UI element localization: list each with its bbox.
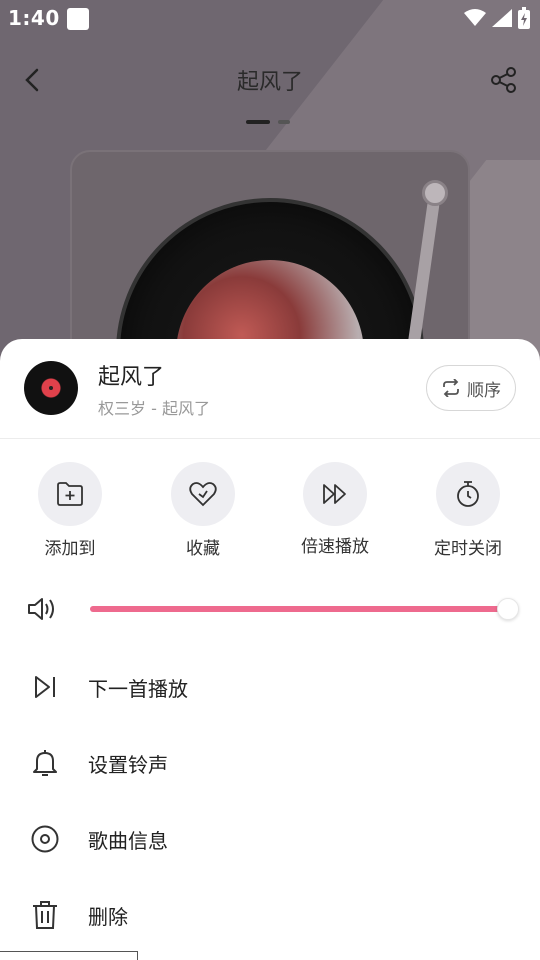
menu-item-set-ringtone[interactable]: 设置铃声: [0, 725, 540, 801]
action-label: 定时关闭: [434, 539, 502, 559]
add-to-button[interactable]: 添加到: [15, 462, 125, 559]
volume-slider-track[interactable]: [90, 606, 508, 612]
volume-control: [0, 589, 540, 629]
menu-item-delete[interactable]: 删除: [0, 877, 540, 953]
song-artist-album: 权三岁 - 起风了: [98, 399, 210, 418]
action-label: 倍速播放: [301, 537, 369, 557]
menu-item-play-next[interactable]: 下一首播放: [0, 649, 540, 725]
battery-icon: [518, 7, 530, 29]
play-next-icon: [28, 670, 62, 704]
player-title: 起风了: [236, 70, 303, 95]
wifi-icon: [464, 9, 486, 26]
page-dot-active: [246, 120, 270, 124]
song-name: 起风了: [98, 365, 165, 390]
action-circle: [303, 462, 367, 526]
heart-icon: [189, 482, 217, 507]
play-order-label: 顺序: [467, 380, 501, 401]
menu-item-label: 下一首播放: [88, 676, 188, 701]
trash-icon: [28, 898, 62, 932]
status-time: 1:40: [8, 6, 60, 30]
status-icons: [464, 6, 530, 30]
player-header: 起风了: [0, 52, 540, 108]
action-label: 添加到: [44, 539, 96, 559]
notification-icon: [67, 8, 89, 30]
toast-edge: [0, 951, 138, 960]
repeat-icon: [443, 379, 459, 397]
action-circle: [436, 462, 500, 526]
menu-item-label: 设置铃声: [88, 752, 168, 777]
disc-info-icon: [28, 822, 62, 856]
page-dot: [278, 120, 290, 124]
status-bar: 1:40: [0, 0, 540, 38]
sleep-timer-button[interactable]: 定时关闭: [413, 462, 523, 559]
menu-item-label: 删除: [88, 904, 128, 929]
sheet-song-header: 起风了 权三岁 - 起风了 顺序: [0, 339, 540, 439]
favorite-button[interactable]: 收藏: [148, 462, 258, 559]
action-circle: [171, 462, 235, 526]
volume-slider-fill: [90, 606, 508, 612]
page-indicator: [246, 120, 290, 124]
quick-actions: 添加到 收藏 倍速播放 定时关闭: [0, 459, 540, 569]
signal-icon: [492, 9, 512, 27]
volume-icon: [28, 598, 54, 620]
menu-item-label: 歌曲信息: [88, 828, 168, 853]
action-label: 收藏: [186, 539, 220, 559]
share-button[interactable]: [486, 62, 522, 98]
fast-forward-icon: [323, 484, 346, 504]
bell-icon: [28, 746, 62, 780]
options-menu: 下一首播放 设置铃声 歌曲信息 删除: [0, 649, 540, 953]
playback-speed-button[interactable]: 倍速播放: [280, 462, 390, 557]
timer-icon: [457, 481, 479, 507]
play-order-button[interactable]: 顺序: [426, 365, 516, 411]
add-to-folder-icon: [57, 482, 83, 506]
tonearm-base: [422, 180, 448, 206]
action-circle: [38, 462, 102, 526]
volume-slider-thumb[interactable]: [497, 598, 519, 620]
more-options-sheet: 起风了 权三岁 - 起风了 顺序 添加到 收藏 倍速播放 定时关闭 下一首播放 …: [0, 339, 540, 960]
vinyl-thumbnail-icon: [24, 361, 78, 415]
menu-item-song-info[interactable]: 歌曲信息: [0, 801, 540, 877]
share-icon: [491, 67, 516, 93]
